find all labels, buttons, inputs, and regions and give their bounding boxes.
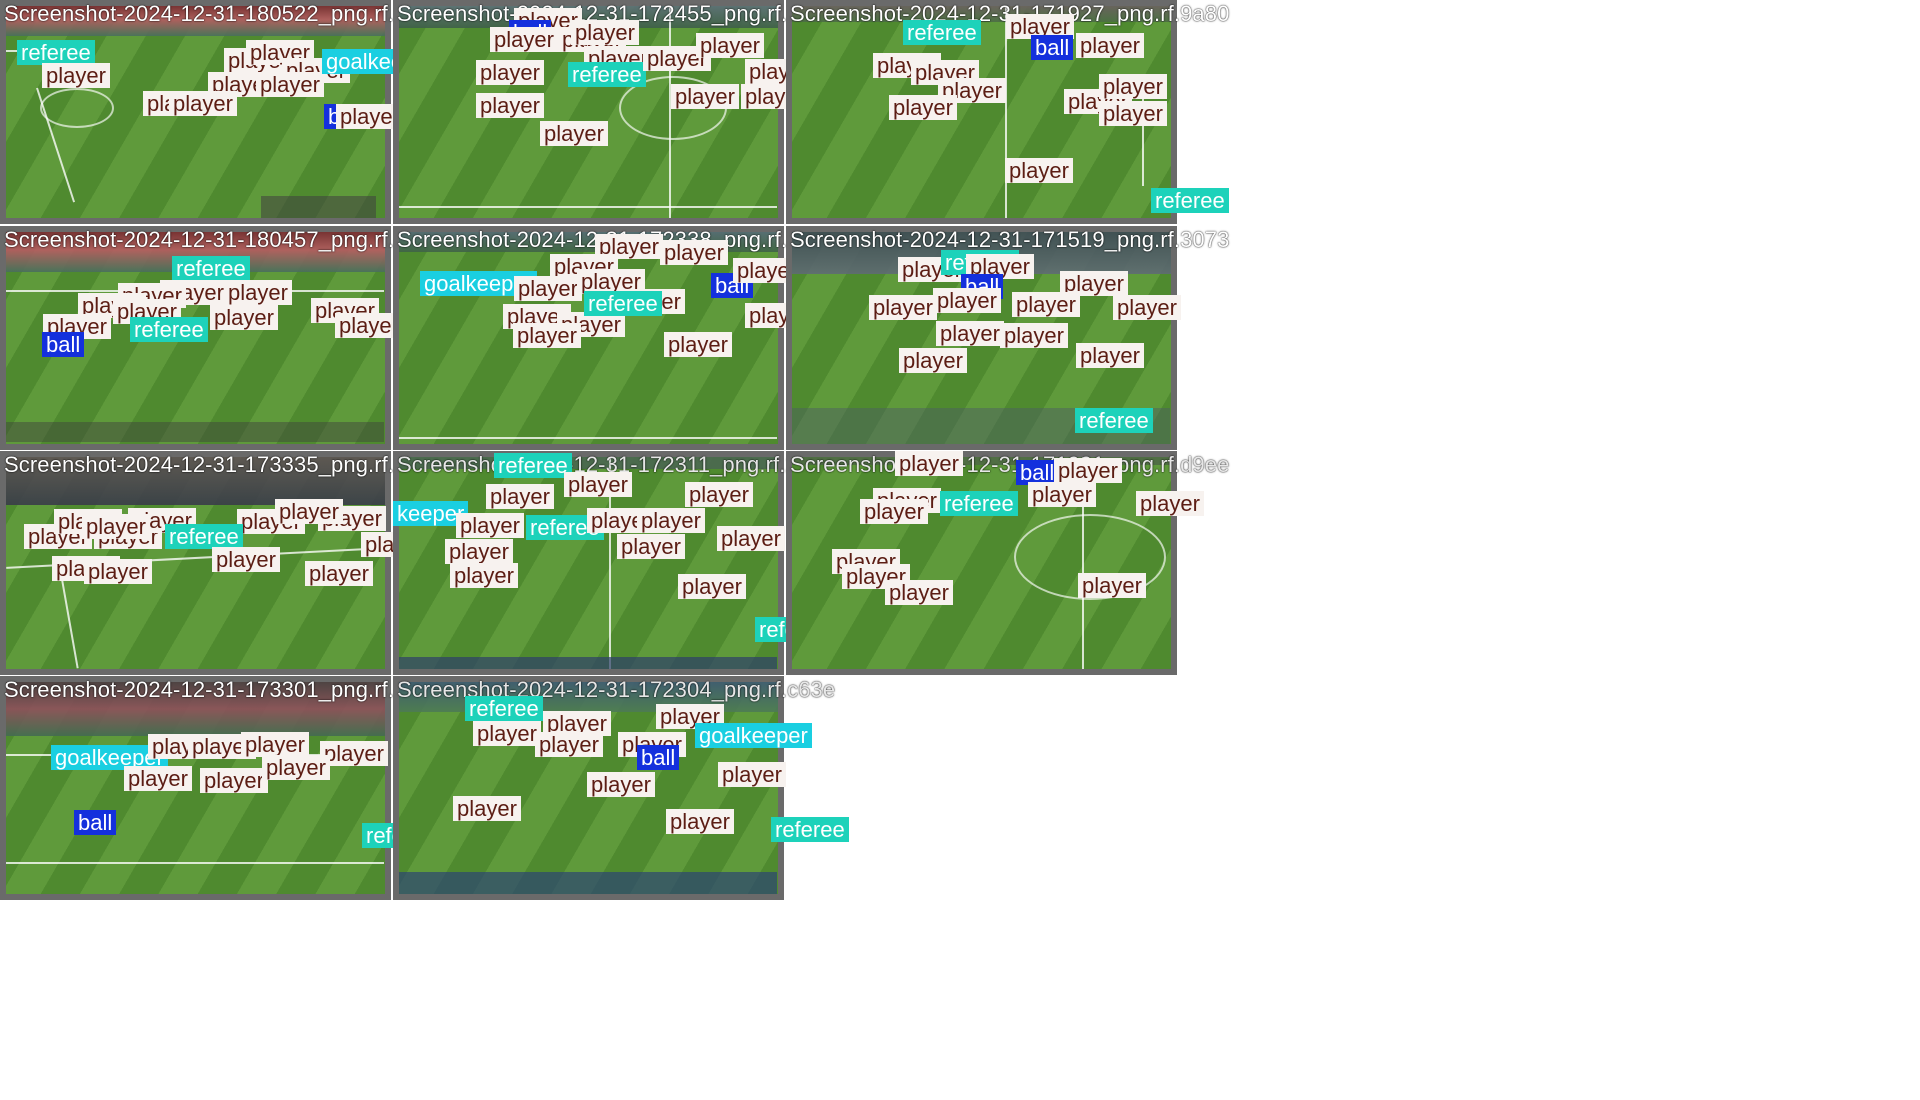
label-player: player (473, 721, 541, 746)
label-player: player (210, 305, 278, 330)
image-tile-1[interactable]: Screenshot-2024-12-31-180522_png.rf.5819… (0, 0, 456, 224)
tile-filename: Screenshot-2024-12-31-171519_png.rf.3073 (790, 227, 1230, 252)
label-referee: referee (1151, 188, 1229, 213)
label-referee: referee (771, 817, 849, 842)
label-player: player (476, 93, 544, 118)
label-player: player (453, 796, 521, 821)
label-player: player (450, 563, 518, 588)
label-referee: referee (903, 20, 981, 45)
label-player: player (936, 321, 1004, 346)
label-referee: referee (568, 62, 646, 87)
label-player: player (637, 508, 705, 533)
label-referee: referee (17, 40, 95, 65)
label-player: player (476, 60, 544, 85)
label-player: player (1028, 482, 1096, 507)
label-player: player (664, 332, 732, 357)
label-player: player (696, 33, 764, 58)
label-player: player (899, 348, 967, 373)
tile-filename: Screenshot-2024-12-31-172304_png.rf.c63e (397, 677, 836, 702)
label-player: player (490, 27, 558, 52)
image-tile-4[interactable]: Screenshot-2024-12-31-180457_png.rf.8d2a… (0, 226, 443, 450)
label-player: player (169, 91, 237, 116)
label-player: player (262, 755, 330, 780)
label-referee: referee (172, 256, 250, 281)
label-player: player (1012, 292, 1080, 317)
label-referee: referee (465, 696, 543, 721)
label-player: player (1113, 295, 1181, 320)
label-player: player (305, 561, 373, 586)
label-player: player (889, 95, 957, 120)
label-player: player (200, 768, 268, 793)
label-player: player (885, 580, 953, 605)
label-player: player (212, 547, 280, 572)
label-referee: referee (1075, 408, 1153, 433)
tile-filename: Screenshot-2024-12-31-180522_png.rf.5819… (4, 1, 456, 26)
label-ball: ball (74, 810, 117, 835)
label-player: player (84, 559, 152, 584)
image-tile-5[interactable]: Screenshot-2024-12-31-172338_png.rf.8d9 … (393, 226, 824, 450)
label-player: player (275, 499, 343, 524)
label-player: player (671, 84, 739, 109)
label-player: player (320, 741, 388, 766)
image-tile-2[interactable]: Screenshot-2024-12-31-172455_png.rf.2936… (393, 0, 836, 224)
football-pitch-image (6, 682, 385, 894)
label-player: player (445, 539, 513, 564)
label-referee: referee (940, 491, 1018, 516)
label-player: player (660, 240, 728, 265)
label-player: player (717, 526, 785, 551)
tile-filename: Screenshot-2024-12-31-180457_png.rf.8d2a (4, 227, 444, 252)
tile-filename: Screenshot-2024-12-31-171901_png.rf.d9ee (790, 452, 1230, 477)
label-player: player (535, 732, 603, 757)
label-player: player (718, 762, 786, 787)
image-tile-11[interactable]: Screenshot-2024-12-31-172304_png.rf.c63e… (393, 676, 849, 900)
label-player: player (571, 20, 639, 45)
label-player: player (1078, 573, 1146, 598)
label-player: player (1005, 158, 1073, 183)
image-tile-6[interactable]: Screenshot-2024-12-31-171519_png.rf.3073… (786, 226, 1229, 450)
image-tile-10[interactable]: Screenshot-2024-12-31-173301_png.rf.2569… (0, 676, 443, 900)
label-player: player (82, 514, 150, 539)
label-player: player (666, 809, 734, 834)
label-player: player (617, 534, 685, 559)
label-referee: referee (130, 317, 208, 342)
label-player: player (1099, 101, 1167, 126)
label-player: player (860, 499, 928, 524)
label-player: player (1054, 458, 1122, 483)
label-referee: referee (494, 453, 572, 478)
label-goalkeeper: goalkeeper (695, 723, 812, 748)
label-player: player (587, 772, 655, 797)
label-ball: ball (1031, 35, 1074, 60)
label-player: player (869, 295, 937, 320)
tile-filename: Screenshot-2024-12-31-173301_png.rf.2569 (4, 677, 444, 702)
label-player: player (456, 513, 524, 538)
label-player: player (1099, 74, 1167, 99)
label-player: player (486, 484, 554, 509)
image-tile-8[interactable]: Screenshot-2024-12-31-172311_png.rf.2b48… (393, 451, 835, 675)
label-player: player (1000, 323, 1068, 348)
label-player: player (241, 732, 309, 757)
label-ball: ball (637, 745, 680, 770)
label-ball: ball (42, 332, 85, 357)
label-player: player (1076, 343, 1144, 368)
label-player: player (685, 482, 753, 507)
image-tile-3[interactable]: Screenshot-2024-12-31-171927_png.rf.9a80… (786, 0, 1229, 224)
label-player: player (1076, 33, 1144, 58)
label-player: player (1136, 491, 1204, 516)
label-referee: referee (165, 524, 243, 549)
label-player: player (933, 288, 1001, 313)
label-player: player (513, 323, 581, 348)
label-player: player (895, 451, 963, 476)
tile-filename: Screenshot-2024-12-31-173335_png.rf.2b48 (4, 452, 444, 477)
label-player: player (540, 121, 608, 146)
image-tile-7[interactable]: Screenshot-2024-12-31-173335_png.rf.2b48… (0, 451, 443, 675)
label-player: player (256, 72, 324, 97)
label-player: player (678, 574, 746, 599)
image-tile-9[interactable]: Screenshot-2024-12-31-171901_png.rf.d9ee… (786, 451, 1229, 675)
label-player: player (224, 280, 292, 305)
label-player: player (514, 276, 582, 301)
label-referee: referee (584, 291, 662, 316)
label-player: player (42, 63, 110, 88)
label-player: player (124, 766, 192, 791)
label-player: player (564, 472, 632, 497)
